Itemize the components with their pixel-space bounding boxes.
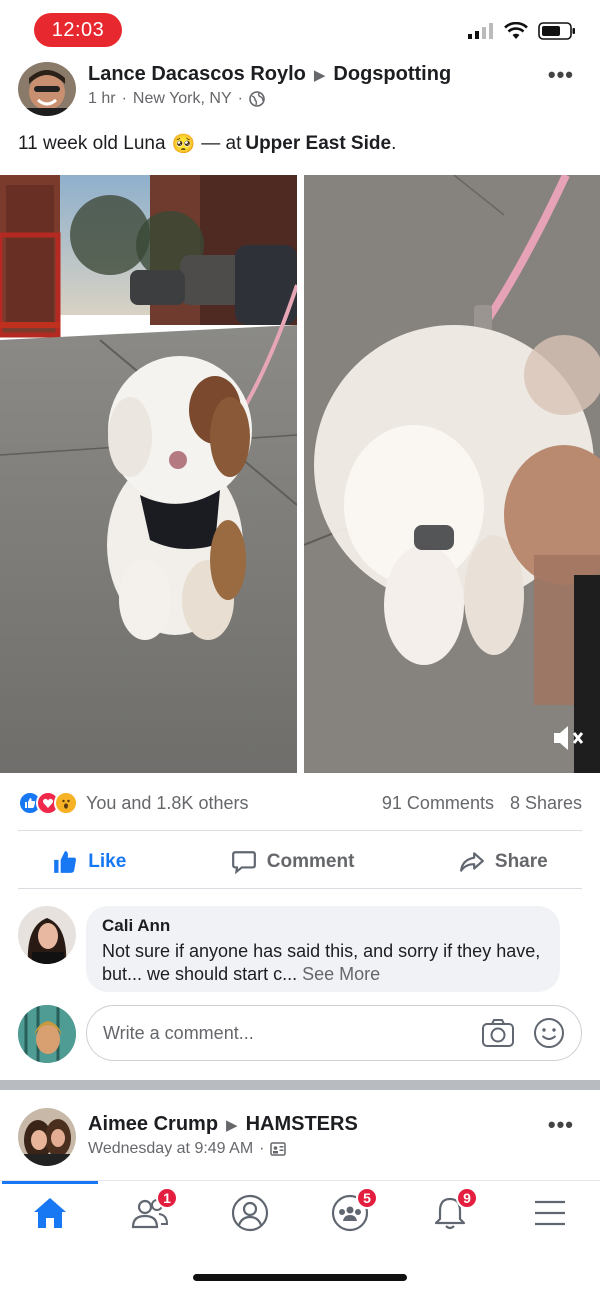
nav-profile[interactable] <box>220 1183 280 1243</box>
home-indicator[interactable] <box>193 1274 407 1281</box>
reaction-icons[interactable] <box>18 791 78 815</box>
comment-button[interactable]: Comment <box>231 849 355 875</box>
comment-bubble[interactable]: Cali Ann Not sure if anyone has said thi… <box>86 906 560 992</box>
nav-groups[interactable]: 5 <box>320 1183 380 1243</box>
cellular-signal-icon <box>468 23 493 39</box>
post2-meta: Wednesday at 9:49 AM · <box>88 1140 287 1158</box>
status-icons <box>468 22 576 40</box>
battery-icon <box>538 22 575 40</box>
post2-author-name[interactable]: Aimee Crump <box>88 1113 218 1136</box>
share-arrow-icon <box>459 852 484 872</box>
caption-at: — at <box>201 133 242 154</box>
caption-text: 11 week old Luna <box>18 133 166 154</box>
post-action-bar: Like Comment Share <box>0 836 600 888</box>
triangle-right-icon: ▶ <box>226 1116 238 1134</box>
members-only-icon <box>270 1142 287 1156</box>
comment-text: Not sure if anyone has said this, and so… <box>102 941 541 984</box>
my-avatar[interactable] <box>18 1005 76 1063</box>
groups-badge: 5 <box>356 1187 378 1209</box>
comment-input[interactable] <box>103 1022 481 1044</box>
hamburger-menu-icon <box>535 1200 565 1226</box>
comment-author[interactable]: Cali Ann <box>102 916 544 936</box>
post-more-options-button[interactable]: ••• <box>548 62 574 88</box>
bottom-navigation: 1 5 9 <box>0 1180 600 1245</box>
comment-bubble-icon <box>231 851 256 875</box>
divider <box>18 888 582 889</box>
feed-separator <box>0 1080 600 1090</box>
wifi-icon <box>504 22 528 39</box>
nav-friends[interactable]: 1 <box>120 1183 180 1243</box>
like-label: Like <box>88 851 127 872</box>
author-avatar[interactable] <box>18 62 76 116</box>
triangle-right-icon: ▶ <box>313 66 326 84</box>
write-comment-field[interactable] <box>86 1005 582 1061</box>
friends-badge: 1 <box>156 1187 178 1209</box>
shares-count[interactable]: 8 Shares <box>510 793 582 814</box>
post-header-title: Lance Dacascos Roylo ▶ Dogspotting <box>88 63 451 86</box>
post2-header-title: Aimee Crump ▶ HAMSTERS <box>88 1113 358 1136</box>
like-button[interactable]: Like <box>52 849 126 875</box>
speaker-muted-icon <box>554 726 584 750</box>
post-time[interactable]: 1 hr <box>88 90 116 108</box>
reactions-text[interactable]: You and 1.8K others <box>86 793 248 814</box>
post2-group-name[interactable]: HAMSTERS <box>246 1113 358 1136</box>
divider <box>18 830 582 831</box>
post2-author-avatar[interactable] <box>18 1108 76 1166</box>
post-meta: 1 hr · New York, NY · <box>88 90 265 108</box>
wow-reaction-icon <box>54 791 78 815</box>
emoji-smiley-icon[interactable] <box>533 1017 565 1049</box>
reactions-summary: You and 1.8K others 91 Comments 8 Shares <box>18 786 582 820</box>
post-caption: 11 week old Luna 🥺 — at Upper East Side. <box>18 133 397 155</box>
post2-time[interactable]: Wednesday at 9:49 AM <box>88 1140 253 1158</box>
post-photo-1[interactable] <box>0 175 297 773</box>
group-name[interactable]: Dogspotting <box>333 63 451 86</box>
camera-icon[interactable] <box>481 1018 515 1048</box>
commenter-avatar[interactable] <box>18 906 76 964</box>
share-label: Share <box>494 851 548 872</box>
author-name[interactable]: Lance Dacascos Roylo <box>88 63 306 86</box>
comment-label: Comment <box>266 851 355 872</box>
nav-menu[interactable] <box>520 1183 580 1243</box>
globe-icon <box>249 91 265 107</box>
share-button[interactable]: Share <box>459 849 548 875</box>
home-icon <box>34 1198 66 1228</box>
post2-more-options-button[interactable]: ••• <box>548 1112 574 1138</box>
nav-home[interactable] <box>2 1181 98 1243</box>
see-more-link[interactable]: See More <box>302 964 380 984</box>
check-in-place[interactable]: Upper East Side <box>245 133 391 154</box>
thumbs-up-icon <box>54 851 77 873</box>
profile-icon <box>231 1194 269 1232</box>
status-time: 12:03 <box>34 13 122 47</box>
post-location[interactable]: New York, NY <box>133 90 232 108</box>
comments-count[interactable]: 91 Comments <box>382 793 494 814</box>
post-photo-2[interactable] <box>304 175 600 773</box>
status-bar: 12:03 <box>0 0 600 62</box>
nav-notifications[interactable]: 9 <box>420 1183 480 1243</box>
pleading-face-emoji-icon: 🥺 <box>171 134 196 155</box>
notifications-badge: 9 <box>456 1187 478 1209</box>
mute-video-button[interactable] <box>550 722 586 759</box>
